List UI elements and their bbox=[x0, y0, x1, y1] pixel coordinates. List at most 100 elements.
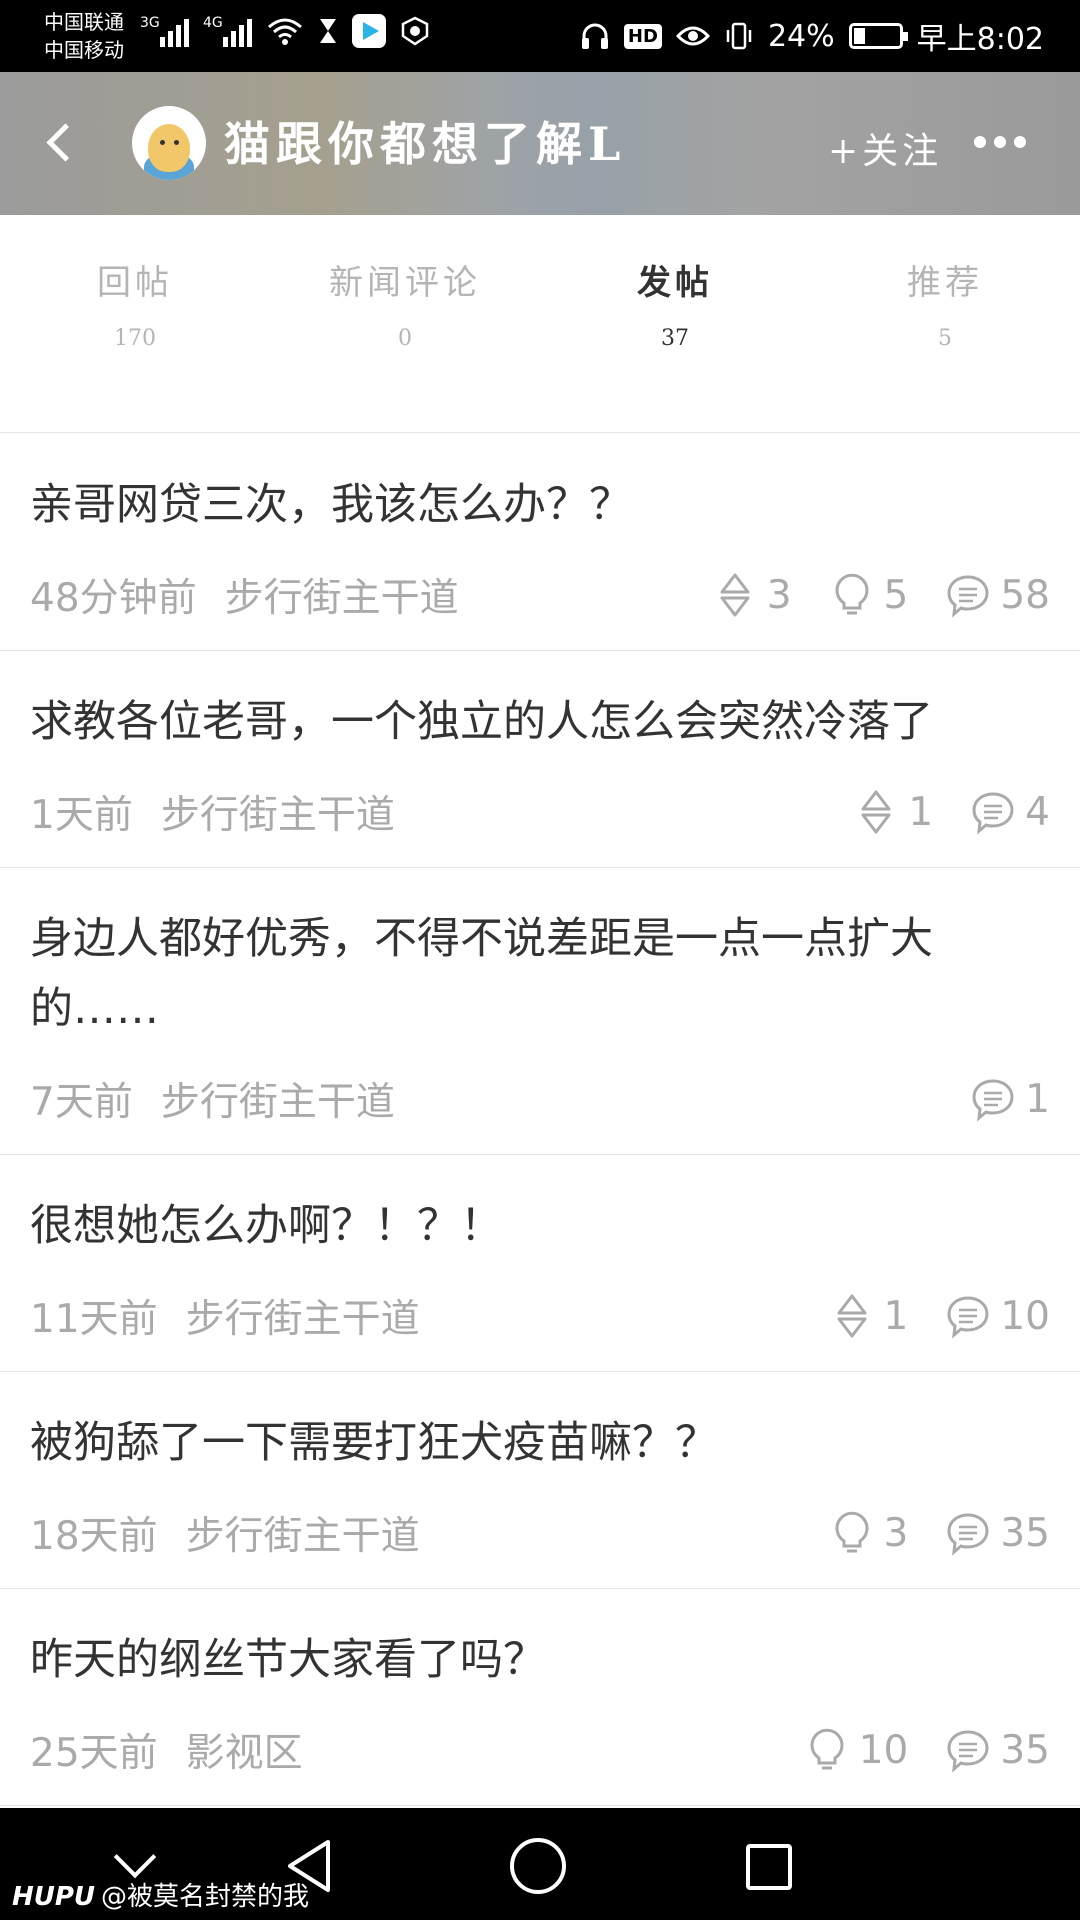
battery-icon bbox=[848, 23, 908, 49]
post-item[interactable]: 身边人都好优秀，不得不说差距是一点一点扩大的…… 7天前 步行街主干道 1 bbox=[0, 868, 1080, 1155]
post-meta: 48分钟前 步行街主干道 3 5 58 bbox=[30, 540, 1050, 650]
recommend-stat: 1 bbox=[830, 1293, 909, 1339]
tab-count: 0 bbox=[398, 326, 412, 351]
status-left-icons: 3G 4G bbox=[140, 14, 430, 48]
watermark: HUPU @被莫名封禁的我 bbox=[12, 1876, 309, 1913]
reply-stat: 10 bbox=[946, 1293, 1050, 1339]
signal-4g-icon: 4G bbox=[203, 15, 252, 47]
light-stat: 10 bbox=[805, 1727, 909, 1773]
tab-count: 5 bbox=[938, 326, 952, 351]
post-stats: 1 10 bbox=[830, 1293, 1050, 1339]
light-count: 3 bbox=[883, 1510, 909, 1556]
home-circle-icon[interactable] bbox=[510, 1838, 566, 1894]
post-time: 11天前 bbox=[30, 1297, 158, 1342]
post-forum: 步行街主干道 bbox=[185, 1514, 420, 1559]
recommend-count: 3 bbox=[766, 572, 792, 618]
watermark-brand: HUPU bbox=[12, 1882, 96, 1912]
post-title: 被狗舔了一下需要打狂犬疫苗嘛？？ bbox=[30, 1418, 718, 1468]
tab-count: 37 bbox=[661, 326, 689, 351]
tab-recommended[interactable]: 推荐 5 bbox=[810, 215, 1080, 432]
post-meta: 18天前 步行街主干道 3 35 bbox=[30, 1478, 1050, 1588]
reply-count: 4 bbox=[1025, 789, 1050, 835]
post-title: 求教各位老哥，一个独立的人怎么会突然冷落了 bbox=[30, 697, 933, 747]
post-item[interactable]: 昨天的纲丝节大家看了吗？ 25天前 影视区 10 35 bbox=[0, 1589, 1080, 1806]
eye-icon bbox=[675, 26, 710, 46]
comment-bubble-icon bbox=[947, 1513, 989, 1556]
more-options-button[interactable] bbox=[974, 136, 1026, 148]
recommend-count: 1 bbox=[908, 789, 934, 835]
headphones-icon bbox=[581, 23, 608, 49]
post-time: 18天前 bbox=[30, 1514, 158, 1559]
avatar[interactable] bbox=[132, 106, 206, 180]
reply-count: 35 bbox=[1000, 1727, 1050, 1773]
status-bar: 中国联通 中国移动 3G 4G HD 24% 早上8:02 bbox=[0, 0, 1080, 72]
recommend-count: 1 bbox=[883, 1293, 909, 1339]
username: 猫跟你都想了解L bbox=[224, 117, 627, 171]
more-dot-icon bbox=[994, 136, 1006, 148]
clock: 早上8:02 bbox=[916, 22, 1044, 57]
tab-count: 170 bbox=[114, 326, 156, 351]
post-meta: 25天前 影视区 10 35 bbox=[30, 1695, 1050, 1805]
post-meta: 11天前 步行街主干道 1 10 bbox=[30, 1261, 1050, 1371]
watermark-handle: @被莫名封禁的我 bbox=[101, 1882, 310, 1912]
profile-header: 猫跟你都想了解L +关注 bbox=[0, 72, 1080, 215]
post-forum: 步行街主干道 bbox=[185, 1297, 420, 1342]
light-count: 5 bbox=[883, 572, 909, 618]
lightbulb-icon bbox=[835, 573, 868, 615]
post-title: 昨天的纲丝节大家看了吗？ bbox=[30, 1635, 546, 1685]
post-stats: 3 5 58 bbox=[713, 572, 1050, 618]
post-time: 1天前 bbox=[30, 793, 133, 838]
more-dot-icon bbox=[1014, 136, 1026, 148]
recommend-arrows-icon bbox=[861, 790, 891, 834]
light-stat: 3 bbox=[830, 1510, 909, 1556]
tab-replies[interactable]: 回帖 170 bbox=[0, 215, 270, 432]
post-item[interactable]: 求教各位老哥，一个独立的人怎么会突然冷落了 1天前 步行街主干道 1 4 bbox=[0, 651, 1080, 868]
post-forum: 影视区 bbox=[185, 1731, 303, 1776]
post-item[interactable]: 亲哥网贷三次，我该怎么办？？ 48分钟前 步行街主干道 3 5 58 bbox=[0, 434, 1080, 651]
tab-label: 发帖 bbox=[637, 263, 713, 303]
reply-stat: 35 bbox=[946, 1727, 1050, 1773]
tab-label: 推荐 bbox=[907, 263, 983, 303]
carrier-names: 中国联通 中国移动 bbox=[44, 8, 124, 64]
post-item[interactable]: 被狗舔了一下需要打狂犬疫苗嘛？？ 18天前 步行街主干道 3 35 bbox=[0, 1372, 1080, 1589]
recommend-arrows-icon bbox=[837, 1294, 867, 1338]
comment-bubble-icon bbox=[972, 1079, 1014, 1122]
post-forum: 步行街主干道 bbox=[160, 1080, 395, 1125]
reply-stat: 35 bbox=[946, 1510, 1050, 1556]
reply-stat: 4 bbox=[971, 789, 1050, 835]
status-right-icons: HD 24% 早上8:02 bbox=[580, 14, 1044, 58]
lightbulb-icon bbox=[835, 1511, 868, 1553]
reply-count: 35 bbox=[1000, 1510, 1050, 1556]
hourglass-icon bbox=[320, 19, 336, 43]
follow-button[interactable]: +关注 bbox=[828, 122, 942, 174]
comment-bubble-icon bbox=[972, 792, 1014, 835]
comment-bubble-icon bbox=[947, 575, 989, 618]
reply-count: 58 bbox=[1000, 572, 1050, 618]
battery-percent: 24% bbox=[767, 18, 835, 54]
comment-bubble-icon bbox=[947, 1730, 989, 1773]
tab-label: 回帖 bbox=[97, 263, 173, 303]
video-app-icon bbox=[352, 14, 386, 48]
vibrate-icon bbox=[726, 22, 752, 50]
reply-stat: 58 bbox=[946, 572, 1050, 618]
tab-news-comments[interactable]: 新闻评论 0 bbox=[270, 215, 540, 432]
post-time: 7天前 bbox=[30, 1080, 133, 1125]
app-notification-icon bbox=[401, 16, 429, 46]
post-stats: 3 35 bbox=[830, 1510, 1050, 1556]
carrier-2: 中国移动 bbox=[44, 38, 124, 62]
recent-apps-square-icon[interactable] bbox=[746, 1844, 792, 1890]
hd-icon: HD bbox=[623, 23, 662, 49]
signal-3g-icon: 3G bbox=[140, 15, 189, 47]
more-dot-icon bbox=[974, 136, 986, 148]
post-title: 很想她怎么办啊？！？！ bbox=[30, 1201, 503, 1251]
reply-count: 1 bbox=[1025, 1076, 1050, 1122]
profile-tabs: 回帖 170 新闻评论 0 发帖 37 推荐 5 bbox=[0, 215, 1080, 433]
post-list: 亲哥网贷三次，我该怎么办？？ 48分钟前 步行街主干道 3 5 58 求教各位老… bbox=[0, 434, 1080, 1808]
tab-label: 新闻评论 bbox=[329, 263, 481, 303]
tab-posts[interactable]: 发帖 37 bbox=[540, 215, 810, 432]
light-count: 10 bbox=[858, 1727, 909, 1773]
post-item[interactable]: 很想她怎么办啊？！？！ 11天前 步行街主干道 1 10 bbox=[0, 1155, 1080, 1372]
reply-stat: 1 bbox=[971, 1076, 1050, 1122]
post-meta: 7天前 步行街主干道 1 bbox=[30, 1044, 1050, 1154]
back-button[interactable] bbox=[30, 112, 90, 172]
